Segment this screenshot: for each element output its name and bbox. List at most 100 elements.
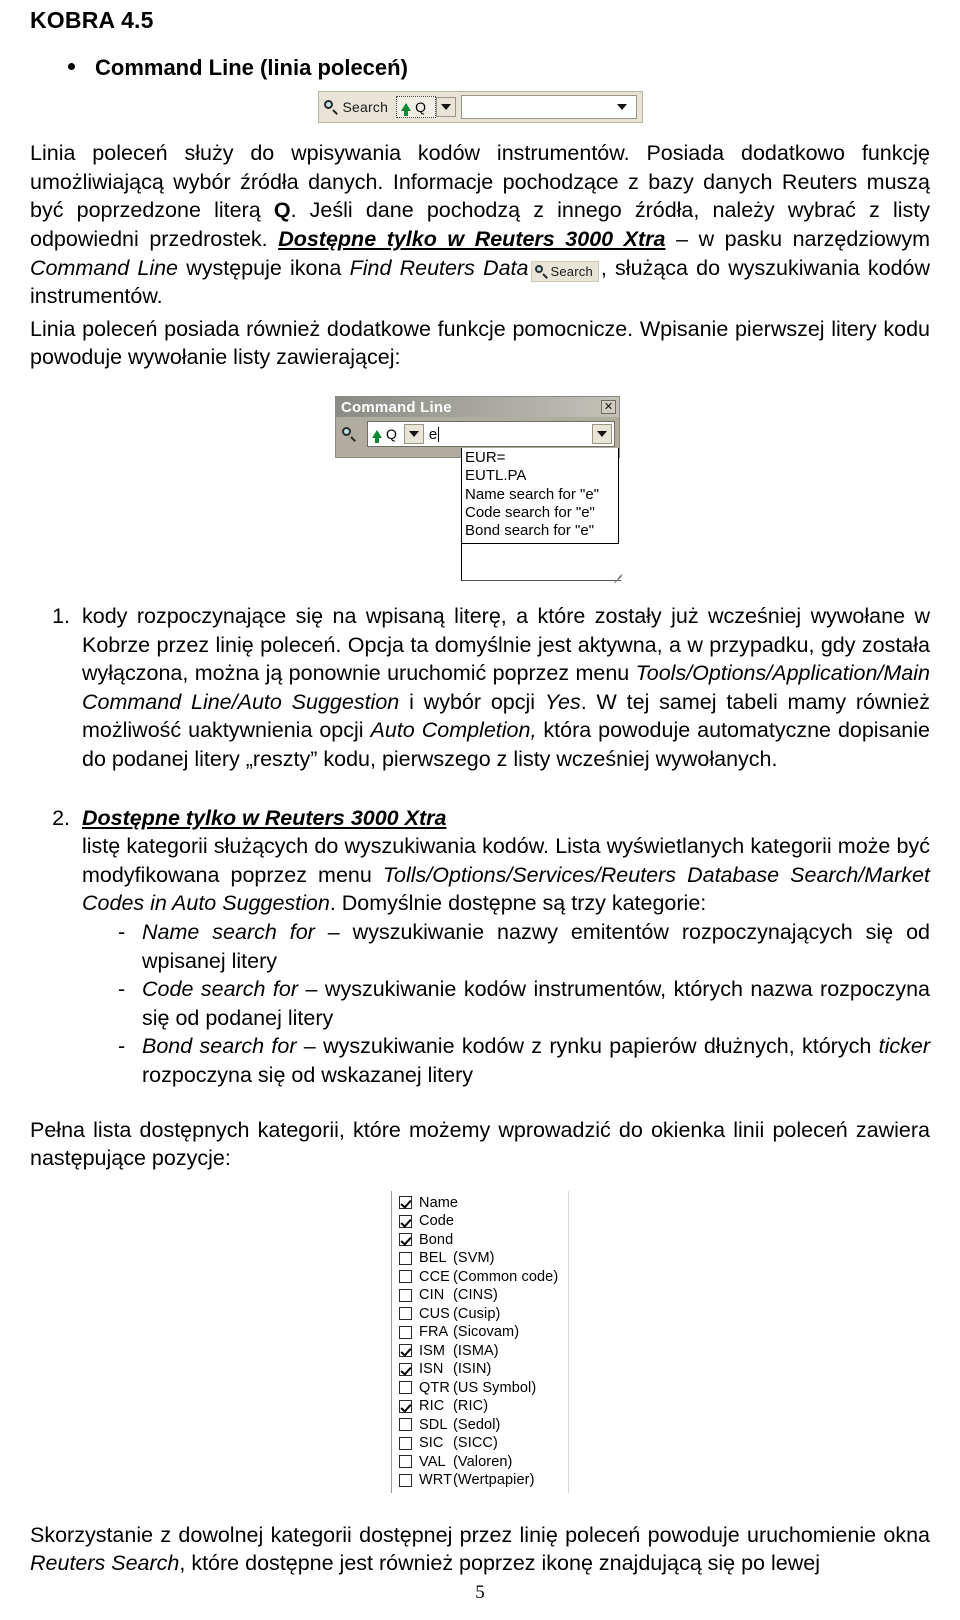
checkbox-val[interactable] <box>399 1455 412 1469</box>
checkbox-ism[interactable] <box>399 1344 412 1358</box>
dialog-input-row: Q e <box>336 417 619 448</box>
helper-functions-paragraph: Linia poleceń posiada również dodatkowe … <box>30 316 930 370</box>
checkbox-wrt[interactable] <box>399 1473 412 1487</box>
italic-command-line: Command Line <box>30 255 179 280</box>
sub3-italic: Bond search for <box>142 1034 297 1059</box>
checkbox-row[interactable]: SIC (SICC) <box>399 1434 568 1453</box>
checkbox-row[interactable]: FRA (Sicovam) <box>399 1323 568 1342</box>
final-paragraph: Skorzystanie z dowolnej kategorii dostęp… <box>30 1521 930 1578</box>
chevron-down-icon <box>408 431 419 438</box>
intro-paragraph: Linia poleceń służy do wpisywania kodów … <box>30 139 930 311</box>
list-item-2: Dostępne tylko w Reuters 3000 Xtralistę … <box>76 804 930 1090</box>
prefix-selector[interactable]: Q <box>396 96 436 119</box>
dialog-prefix-letter: Q <box>386 426 397 443</box>
checkbox-label: ISM (ISMA) <box>419 1342 499 1359</box>
dialog-prefix-dropdown-button[interactable] <box>403 424 424 445</box>
close-icon[interactable]: ✕ <box>601 400 616 415</box>
checkbox-fra[interactable] <box>399 1325 412 1339</box>
category-checkbox-panel: Name Code Bond BEL (SVM) CCE (Common code)… <box>391 1190 569 1493</box>
dialog-text-field[interactable]: e <box>424 426 592 443</box>
text-cursor <box>438 426 440 442</box>
suggestion-item[interactable]: EUTL.PA <box>465 467 618 485</box>
item1-text-2: i wybór opcji <box>399 689 545 714</box>
checkbox-label: CUS (Cusip) <box>419 1305 501 1322</box>
checkbox-row[interactable]: Code <box>399 1212 568 1231</box>
checkbox-code[interactable] <box>399 1214 412 1228</box>
suggestion-item[interactable]: Bond search for "e" <box>465 522 618 540</box>
checkbox-row[interactable]: Name <box>399 1194 568 1213</box>
prefix-dropdown-button[interactable] <box>435 97 456 118</box>
document-header: KOBRA 4.5 <box>30 7 154 33</box>
checkbox-label: VAL (Valoren) <box>419 1453 513 1470</box>
dialog-prefix-selector[interactable]: Q <box>370 426 404 444</box>
checkbox-row[interactable]: QTR (US Symbol) <box>399 1379 568 1398</box>
command-line-toolbar: Search Q <box>317 91 643 124</box>
checkbox-label: QTR (US Symbol) <box>419 1379 537 1396</box>
command-line-toolbar-figure: Search Q <box>30 91 930 124</box>
checkbox-label: WRT(Wertpapier) <box>419 1472 535 1489</box>
checkbox-row[interactable]: WRT(Wertpapier) <box>399 1471 568 1490</box>
checkbox-cce[interactable] <box>399 1270 412 1284</box>
checkbox-bond[interactable] <box>399 1233 412 1247</box>
checkbox-row[interactable]: Bond <box>399 1231 568 1250</box>
document-page: KOBRA 4.5 Command Line (linia poleceń) S… <box>0 0 960 1620</box>
section-heading-label: Command Line (linia poleceń) <box>95 55 408 81</box>
search-icon[interactable] <box>342 426 357 442</box>
italic-find-reuters-data: Find Reuters Data <box>349 255 529 280</box>
checkbox-label: RIC (RIC) <box>419 1398 489 1415</box>
inline-search-label: Search <box>550 263 593 279</box>
inline-search-icon-chip: Search <box>530 260 599 282</box>
category-sublist: Name search for – wyszukiwanie nazwy emi… <box>82 918 930 1090</box>
chevron-down-icon <box>440 104 451 111</box>
suggestion-item[interactable]: Code search for "e" <box>465 504 618 522</box>
checkbox-qtr[interactable] <box>399 1381 412 1395</box>
checkbox-row[interactable]: CUS (Cusip) <box>399 1305 568 1324</box>
suggestion-item[interactable]: EUR= <box>465 449 618 467</box>
dialog-command-input-box[interactable]: Q e <box>367 421 615 448</box>
up-arrow-icon <box>372 430 382 444</box>
checkbox-bel[interactable] <box>399 1251 412 1265</box>
checkbox-name[interactable] <box>399 1196 412 1210</box>
sublist-item-bond-search: Bond search for – wyszukiwanie kodów z r… <box>118 1032 930 1089</box>
checkbox-cin[interactable] <box>399 1288 412 1302</box>
checkbox-label: Name <box>419 1194 459 1211</box>
resize-grip-icon[interactable] <box>611 571 623 584</box>
checkbox-row[interactable]: VAL (Valoren) <box>399 1453 568 1472</box>
dialog-history-dropdown-button[interactable] <box>592 424 612 445</box>
search-button-label: Search <box>342 99 389 116</box>
sublist-item-code-search: Code search for – wyszukiwanie kodów ins… <box>118 975 930 1032</box>
checkbox-sdl[interactable] <box>399 1418 412 1432</box>
full-list-intro-paragraph: Pełna lista dostępnych kategorii, które … <box>30 1117 930 1171</box>
sub3-text: – wyszukiwanie kodów z rynku papierów dł… <box>296 1034 879 1059</box>
final-italic-reuters-search: Reuters Search <box>30 1551 180 1576</box>
sublist-item-name-search: Name search for – wyszukiwanie nazwy emi… <box>118 918 930 975</box>
checkbox-label: Code <box>419 1213 455 1230</box>
suggestion-item[interactable]: Name search for "e" <box>465 486 618 504</box>
numbered-list: kody rozpoczynające się na wpisaną liter… <box>30 602 930 1090</box>
checkbox-ric[interactable] <box>399 1399 412 1413</box>
checkbox-row[interactable]: CCE (Common code) <box>399 1268 568 1287</box>
sub3-italic-ticker: ticker <box>878 1034 930 1059</box>
checkbox-row[interactable]: BEL (SVM) <box>399 1249 568 1268</box>
checkbox-row[interactable]: SDL (Sedol) <box>399 1416 568 1435</box>
checkbox-row[interactable]: ISN (ISIN) <box>399 1360 568 1379</box>
item2-emphasis: Dostępne tylko w Reuters 3000 Xtra <box>82 805 447 830</box>
item1-italic-auto-completion: Auto Completion, <box>370 718 537 743</box>
command-line-input[interactable] <box>460 95 637 120</box>
checkbox-cus[interactable] <box>399 1307 412 1321</box>
emphasis-reuters-note: Dostępne tylko w Reuters 3000 Xtra <box>278 227 666 252</box>
checkbox-label: FRA (Sicovam) <box>419 1324 520 1341</box>
checkbox-isn[interactable] <box>399 1362 412 1376</box>
sub1-italic: Name search for <box>142 919 315 944</box>
bold-q: Q <box>273 198 291 223</box>
intro-text-3: – w pasku narzędziowym <box>665 227 930 252</box>
section-heading: Command Line (linia poleceń) <box>68 55 930 81</box>
page-number: 5 <box>475 1582 485 1603</box>
checkbox-row[interactable]: RIC (RIC) <box>399 1397 568 1416</box>
checkbox-label: ISN (ISIN) <box>419 1361 492 1378</box>
checkbox-sic[interactable] <box>399 1436 412 1450</box>
suggestion-list[interactable]: EUR= EUTL.PA Name search for "e" Code se… <box>461 448 619 544</box>
history-dropdown-button[interactable] <box>612 97 632 117</box>
checkbox-row[interactable]: CIN (CINS) <box>399 1286 568 1305</box>
checkbox-row[interactable]: ISM (ISMA) <box>399 1342 568 1361</box>
